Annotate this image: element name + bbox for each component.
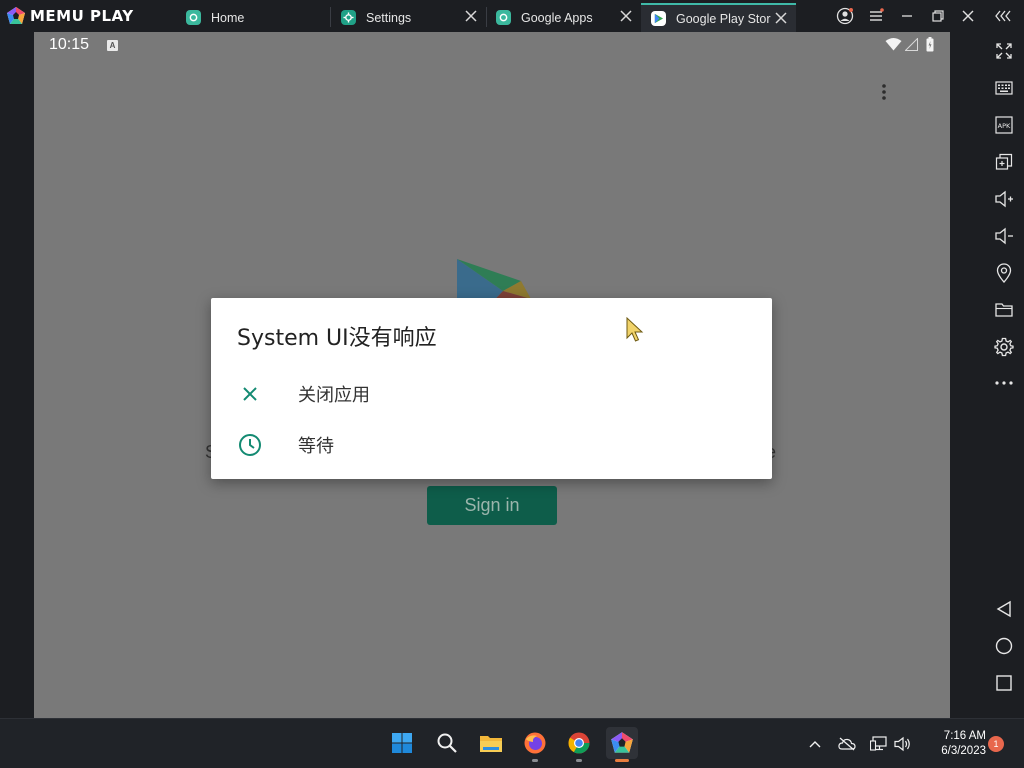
taskbar-date: 6/3/2023 xyxy=(941,745,986,757)
option-label: 关闭应用 xyxy=(298,385,370,406)
status-clock: 10:15 xyxy=(49,36,90,53)
android-back-icon[interactable] xyxy=(993,598,1015,620)
tab-home[interactable]: Home xyxy=(186,3,330,32)
firefox-icon[interactable] xyxy=(519,727,551,762)
memu-taskbar-icon[interactable] xyxy=(606,727,638,762)
restore-icon[interactable] xyxy=(928,6,948,26)
wait-option[interactable]: 等待 xyxy=(211,420,772,470)
close-window-icon[interactable] xyxy=(958,6,978,26)
close-icon[interactable] xyxy=(464,9,478,23)
tab-label: Google Apps xyxy=(521,10,593,25)
tab-divider xyxy=(486,7,487,27)
close-app-option[interactable]: 关闭应用 xyxy=(211,369,772,419)
clock-icon xyxy=(237,432,263,458)
memu-app-icon xyxy=(186,10,201,25)
taskbar-clock[interactable]: 7:16 AM 6/3/2023 xyxy=(916,729,986,759)
running-indicator xyxy=(576,759,582,762)
anr-dialog: System UI没有响应 关闭应用 等待 xyxy=(211,298,772,479)
minimize-icon[interactable] xyxy=(897,6,917,26)
tab-label: Home xyxy=(211,10,245,25)
windows-start-icon[interactable] xyxy=(386,727,418,759)
windows-taskbar: 7:16 AM 6/3/2023 1 xyxy=(0,718,1024,768)
tab-settings[interactable]: Settings xyxy=(341,3,486,32)
more-icon[interactable] xyxy=(993,372,1015,394)
android-status-bar: 10:15 A xyxy=(34,32,950,58)
brand-name: MEMU PLAY xyxy=(30,7,134,25)
menu-icon[interactable] xyxy=(866,6,886,26)
emulator-sidebar: APK xyxy=(985,32,1024,718)
notification-count-badge[interactable]: 1 xyxy=(988,736,1004,752)
settings-icon[interactable] xyxy=(993,336,1015,358)
close-icon[interactable] xyxy=(774,11,788,25)
close-x-icon xyxy=(237,381,263,407)
tab-label: Google Play Stor xyxy=(676,11,771,26)
tab-google-play-store[interactable]: Google Play Stor xyxy=(641,3,796,32)
close-icon[interactable] xyxy=(619,9,633,23)
volume-down-icon[interactable] xyxy=(993,225,1015,247)
volume-up-icon[interactable] xyxy=(993,188,1015,210)
location-icon[interactable] xyxy=(993,262,1015,284)
chevron-up-icon[interactable] xyxy=(806,735,824,753)
collapse-sidebar-icon[interactable] xyxy=(993,6,1013,26)
battery-icon xyxy=(926,37,934,52)
memu-app-icon xyxy=(496,10,511,25)
android-home-icon[interactable] xyxy=(993,635,1015,657)
settings-gear-icon xyxy=(341,10,356,25)
multi-instance-icon[interactable] xyxy=(993,151,1015,173)
mouse-cursor-icon xyxy=(626,317,644,342)
chrome-icon[interactable] xyxy=(563,727,595,762)
tab-label: Settings xyxy=(366,10,412,25)
fullscreen-icon[interactable] xyxy=(993,40,1015,62)
tab-divider xyxy=(330,7,331,27)
taskbar-time: 7:16 AM xyxy=(943,730,986,742)
file-explorer-icon[interactable] xyxy=(475,727,507,759)
speaker-icon[interactable] xyxy=(894,735,912,753)
search-icon[interactable] xyxy=(431,727,463,759)
notification-badge: A xyxy=(107,40,118,51)
signal-icon xyxy=(905,38,918,51)
network-icon[interactable] xyxy=(870,735,888,753)
memu-logo: MEMU PLAY xyxy=(6,6,134,26)
option-label: 等待 xyxy=(298,436,334,457)
running-indicator xyxy=(532,759,538,762)
overflow-menu-icon[interactable] xyxy=(880,82,888,102)
apk-icon[interactable]: APK xyxy=(993,114,1015,136)
svg-text:APK: APK xyxy=(998,122,1011,130)
dialog-title: System UI没有响应 xyxy=(237,326,437,351)
onedrive-off-icon[interactable] xyxy=(838,735,856,753)
keyboard-icon[interactable] xyxy=(993,77,1015,99)
account-icon[interactable] xyxy=(835,6,855,26)
memu-logo-icon xyxy=(7,7,25,24)
android-recents-icon[interactable] xyxy=(993,672,1015,694)
play-store-icon xyxy=(651,11,666,26)
wifi-icon xyxy=(885,38,902,51)
android-screen[interactable]: 10:15 A S e Sign in System UI没有响应 关闭应用 等… xyxy=(34,32,950,718)
sign-in-button[interactable]: Sign in xyxy=(427,486,557,525)
folder-icon[interactable] xyxy=(993,299,1015,321)
running-indicator xyxy=(615,759,629,762)
emulator-title-bar: MEMU PLAY Home Settings Google Apps Goog… xyxy=(0,0,1024,32)
tab-google-apps[interactable]: Google Apps xyxy=(496,3,641,32)
